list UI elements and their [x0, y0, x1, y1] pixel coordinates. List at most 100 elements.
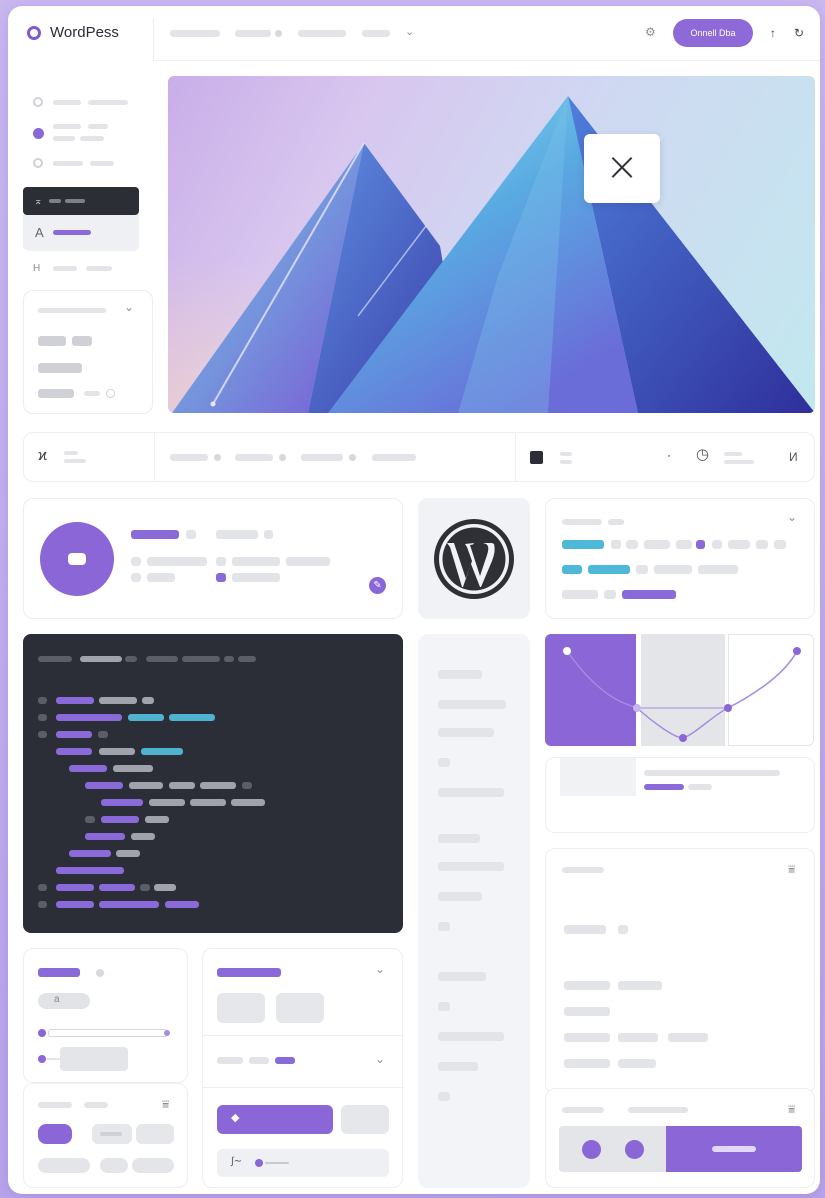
cta-dot-1[interactable] [582, 1140, 601, 1159]
chevron-down-icon[interactable]: ⌄ [405, 26, 414, 38]
slider-knob-1b[interactable] [164, 1030, 170, 1036]
close-icon[interactable]: × [584, 134, 660, 203]
tag-12[interactable] [588, 565, 630, 574]
sidebar-item-1-label-b[interactable] [88, 100, 128, 105]
scrubber-field[interactable]: ∫∼ [217, 1149, 389, 1177]
nav-item-4[interactable] [362, 30, 390, 37]
list-item[interactable] [438, 862, 504, 871]
panel-toggle[interactable] [106, 389, 115, 398]
list-item[interactable] [438, 728, 494, 737]
tag-14[interactable] [654, 565, 692, 574]
sidebar-item-2-sub-b[interactable] [80, 136, 104, 141]
small-pill[interactable]: a [38, 993, 90, 1009]
wordpress-logo-icon[interactable] [432, 517, 516, 601]
filter-icon[interactable]: ⩸ [162, 1098, 169, 1110]
sidebar-item-2-label[interactable] [53, 124, 81, 129]
h-icon[interactable]: H [33, 263, 40, 275]
tag-6[interactable] [696, 540, 705, 549]
tag-10[interactable] [774, 540, 786, 549]
panel-chip-5[interactable] [84, 391, 100, 396]
list-item[interactable] [438, 972, 486, 981]
chevron-down-icon[interactable]: ⌄ [375, 963, 385, 975]
option-secondary-button[interactable] [341, 1105, 389, 1134]
settings-icon[interactable]: ⚙ [645, 26, 656, 38]
option-button-1[interactable] [217, 993, 265, 1023]
slider-knob-1[interactable] [38, 1029, 46, 1037]
sidebar-icon-2[interactable] [33, 128, 44, 139]
editor-tab-3[interactable] [146, 656, 178, 662]
refresh-icon[interactable]: ↻ [794, 27, 804, 39]
tag-11[interactable] [562, 565, 582, 574]
tag-16[interactable] [562, 590, 598, 599]
slider-knob-2[interactable] [38, 1055, 46, 1063]
tag-1[interactable] [562, 540, 604, 549]
editor-tab-6[interactable] [238, 656, 256, 662]
editor-tab-5[interactable] [224, 656, 234, 662]
slider-value-box[interactable] [60, 1047, 128, 1071]
end-icon[interactable]: И [789, 451, 798, 463]
panel-chip-3[interactable] [38, 363, 82, 373]
nav-item-1[interactable] [170, 30, 220, 37]
chevron-down-icon[interactable]: ⌄ [787, 511, 797, 523]
sidebar-item-2-sub[interactable] [53, 136, 75, 141]
tag-8[interactable] [728, 540, 750, 549]
symbol-icon[interactable]: ᐧ [667, 449, 671, 463]
tag-15[interactable] [698, 565, 738, 574]
toolbar-tab-1[interactable] [170, 454, 208, 461]
panel-chip-1[interactable] [38, 336, 66, 346]
list-item[interactable] [438, 700, 506, 709]
tag-18[interactable] [622, 590, 676, 599]
color-swatch[interactable] [530, 451, 543, 464]
code-editor[interactable] [23, 634, 403, 933]
list-item[interactable] [438, 892, 482, 901]
list-item[interactable] [438, 670, 482, 679]
sidebar-icon-3[interactable] [33, 158, 43, 168]
settings-button-primary[interactable] [38, 1124, 72, 1144]
settings-button-2[interactable] [92, 1124, 132, 1144]
primary-action-button[interactable]: Onnell Dba [673, 19, 753, 47]
tag-4[interactable] [644, 540, 670, 549]
list-item[interactable] [438, 788, 504, 797]
settings-pill-1[interactable] [38, 1158, 90, 1173]
panel-chip-4[interactable] [38, 389, 74, 398]
upload-icon[interactable]: ↑ [770, 27, 776, 39]
list-item[interactable] [438, 758, 450, 767]
filter-icon[interactable]: ⩸ [788, 863, 795, 875]
sidebar-icon-1[interactable] [33, 97, 43, 107]
list-item[interactable] [438, 834, 480, 843]
settings-button-3[interactable] [136, 1124, 174, 1144]
panel-chip-2[interactable] [72, 336, 92, 346]
tag-3[interactable] [626, 540, 638, 549]
clock-icon[interactable]: ◷ [696, 447, 709, 462]
sidebar-item-a[interactable]: A [23, 215, 139, 251]
scrubber-knob[interactable] [255, 1159, 263, 1167]
cta-dot-2[interactable] [625, 1140, 644, 1159]
option-button-2[interactable] [276, 993, 324, 1023]
tag-5[interactable] [676, 540, 692, 549]
settings-pill-2[interactable] [100, 1158, 128, 1173]
toolbar-tab-3[interactable] [301, 454, 343, 461]
slider-track-1[interactable] [48, 1029, 168, 1037]
heart-icon[interactable] [96, 969, 104, 977]
avatar[interactable] [40, 522, 114, 596]
editor-tab-1[interactable] [38, 656, 72, 662]
sidebar-item-h-label-b[interactable] [86, 266, 112, 271]
option-primary-button[interactable]: ◆ [217, 1105, 333, 1134]
sidebar-item-1-label[interactable] [53, 100, 81, 105]
list-item[interactable] [438, 1002, 450, 1011]
list-item[interactable] [438, 922, 450, 931]
toolbar-left-icon[interactable]: ϰ [38, 448, 47, 463]
list-item[interactable] [438, 1032, 504, 1041]
cta-button[interactable] [666, 1126, 802, 1172]
tag-9[interactable] [756, 540, 768, 549]
sidebar-item-3-label-b[interactable] [90, 161, 114, 166]
settings-pill-3[interactable] [132, 1158, 174, 1173]
editor-tab-2-b[interactable] [125, 656, 137, 662]
brand-name[interactable]: WordPess [50, 24, 119, 41]
editor-tab-4[interactable] [182, 656, 220, 662]
toolbar-tab-2[interactable] [235, 454, 273, 461]
editor-tab-2[interactable] [80, 656, 122, 662]
slider-track-2[interactable] [46, 1058, 60, 1060]
list-item[interactable] [438, 1092, 450, 1101]
tag-7[interactable] [712, 540, 722, 549]
